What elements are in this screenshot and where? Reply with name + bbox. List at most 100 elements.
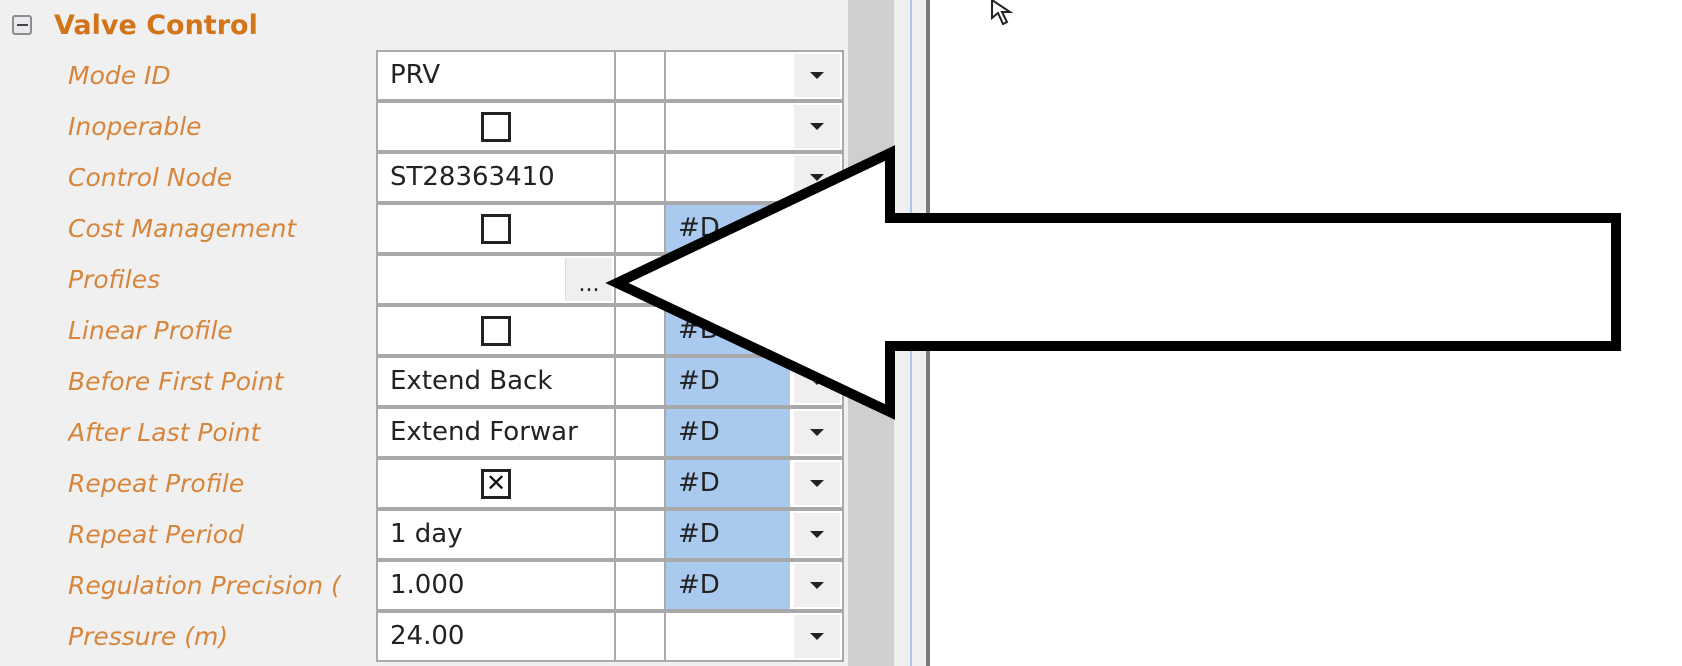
chevron-down-icon (810, 327, 824, 334)
property-option-text: #D (678, 366, 720, 396)
property-value-text: 1 day (390, 519, 463, 549)
property-option-cell[interactable] (664, 101, 844, 152)
property-row: Profiles... (0, 254, 848, 305)
property-label: Linear Profile (68, 316, 233, 345)
property-unit-cell[interactable] (614, 50, 666, 101)
property-unit-cell[interactable] (614, 254, 666, 305)
property-option-text: #D (678, 315, 720, 345)
chevron-down-icon (810, 480, 824, 487)
dropdown-button[interactable] (794, 156, 840, 199)
group-title: Valve Control (54, 9, 258, 41)
chevron-down-icon (810, 378, 824, 385)
property-option-text: #D (678, 570, 720, 600)
property-row: Linear Profile #D (0, 305, 848, 356)
chevron-down-icon (810, 531, 824, 538)
property-option-text: #D (678, 519, 720, 549)
property-option-cell[interactable] (664, 254, 844, 305)
property-option-text: #D (678, 417, 720, 447)
property-label: Control Node (68, 163, 233, 192)
dropdown-button[interactable] (794, 360, 840, 403)
property-value[interactable]: 24.00 (376, 611, 616, 662)
property-value[interactable] (376, 101, 616, 152)
property-value[interactable]: ... (376, 254, 616, 305)
chevron-down-icon (810, 582, 824, 589)
property-unit-cell[interactable] (614, 560, 666, 611)
property-unit-cell[interactable] (614, 152, 666, 203)
property-label: Regulation Precision ( (68, 571, 341, 600)
property-option-cell[interactable]: #D (664, 356, 844, 407)
property-unit-cell[interactable] (614, 458, 666, 509)
dropdown-button[interactable] (794, 564, 840, 607)
property-value-text: Extend Forwar (390, 417, 578, 447)
chevron-down-icon (810, 72, 824, 79)
property-label: Repeat Period (68, 520, 244, 549)
property-unit-cell[interactable] (614, 305, 666, 356)
property-option-cell[interactable] (664, 50, 844, 101)
property-unit-cell[interactable] (614, 203, 666, 254)
property-value[interactable]: Extend Forwar (376, 407, 616, 458)
checkbox-checked[interactable] (481, 468, 511, 499)
checkbox-unchecked[interactable] (481, 112, 511, 142)
right-pane (930, 0, 1682, 666)
mouse-pointer-icon (991, 0, 1014, 26)
property-row: Repeat Profile #D (0, 458, 848, 509)
property-option-cell[interactable]: #D (664, 458, 844, 509)
property-value[interactable]: Extend Back (376, 356, 616, 407)
property-row: Pressure (m) 24.00 (0, 611, 848, 662)
chevron-down-icon (810, 123, 824, 130)
collapse-icon[interactable] (12, 15, 32, 35)
ellipsis-button[interactable]: ... (565, 258, 612, 301)
property-row: Cost Management #D (0, 203, 848, 254)
checkbox-unchecked[interactable] (481, 316, 511, 346)
chevron-down-icon (810, 225, 824, 232)
property-unit-cell[interactable] (614, 101, 666, 152)
dropdown-button[interactable] (794, 105, 840, 148)
dropdown-button[interactable] (794, 513, 840, 556)
property-row: Inoperable (0, 101, 848, 152)
property-label: Repeat Profile (68, 469, 245, 498)
property-option-cell[interactable] (664, 611, 844, 662)
property-label: After Last Point (68, 418, 261, 447)
property-option-cell[interactable]: #D (664, 509, 844, 560)
property-value[interactable]: ST28363410 (376, 152, 616, 203)
property-row: Repeat Period 1 day #D (0, 509, 848, 560)
group-header-valve-control[interactable]: Valve Control (12, 8, 258, 42)
property-value-text: Extend Back (390, 366, 553, 396)
property-value-text: 1.000 (390, 570, 465, 600)
property-unit-cell[interactable] (614, 509, 666, 560)
property-option-cell[interactable]: #D (664, 203, 844, 254)
property-value[interactable]: PRV (376, 50, 616, 101)
property-value[interactable] (376, 305, 616, 356)
property-row: Regulation Precision ( 1.000 #D (0, 560, 848, 611)
dropdown-button[interactable] (794, 411, 840, 454)
property-option-cell[interactable]: #D (664, 305, 844, 356)
dropdown-button[interactable] (794, 615, 840, 658)
property-value[interactable]: 1 day (376, 509, 616, 560)
chevron-down-icon (810, 633, 824, 640)
property-label: Inoperable (68, 112, 202, 141)
dropdown-button[interactable] (794, 54, 840, 97)
property-value-text: 24.00 (390, 621, 465, 651)
property-option-cell[interactable]: #D (664, 560, 844, 611)
property-value-text: ST28363410 (390, 162, 555, 192)
property-value[interactable] (376, 458, 616, 509)
property-label: Cost Management (68, 214, 297, 243)
property-unit-cell[interactable] (614, 611, 666, 662)
property-label: Profiles (68, 265, 161, 294)
property-unit-cell[interactable] (614, 407, 666, 458)
dropdown-button[interactable] (794, 462, 840, 505)
property-value[interactable]: 1.000 (376, 560, 616, 611)
property-unit-cell[interactable] (614, 356, 666, 407)
property-value[interactable] (376, 203, 616, 254)
property-row: Control Node ST28363410 (0, 152, 848, 203)
property-option-cell[interactable]: #D (664, 407, 844, 458)
property-label: Mode ID (68, 61, 171, 90)
panel-scroll-gutter[interactable] (848, 0, 894, 666)
splitter-divider (910, 0, 912, 666)
property-option-cell[interactable] (664, 152, 844, 203)
dropdown-button[interactable] (794, 309, 840, 352)
chevron-down-icon (810, 429, 824, 436)
checkbox-unchecked[interactable] (481, 214, 511, 244)
property-row: Mode ID PRV (0, 50, 848, 101)
dropdown-button[interactable] (794, 207, 840, 250)
